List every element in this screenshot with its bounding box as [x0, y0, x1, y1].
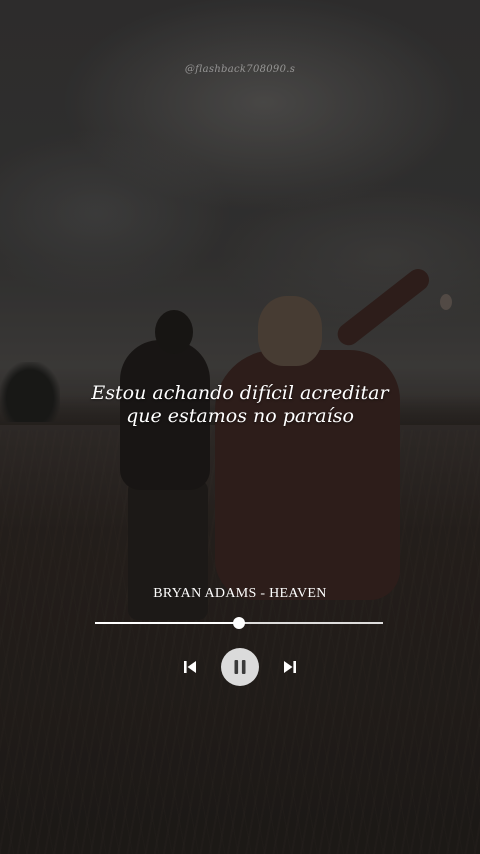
lyrics-line-2: que estamos no paraíso — [126, 405, 354, 427]
lyrics: Estou achando difícil acreditar que esta… — [0, 382, 480, 428]
pause-button[interactable] — [221, 648, 259, 686]
progress-thumb[interactable] — [233, 617, 245, 629]
watermark: @flashback708090.s — [184, 64, 296, 75]
playback-controls — [0, 648, 480, 686]
previous-button[interactable] — [180, 657, 200, 677]
pause-icon — [234, 660, 246, 674]
skip-next-icon — [284, 661, 296, 673]
skip-previous-icon — [184, 661, 196, 673]
progress-fill — [95, 622, 239, 624]
song-title: BRYAN ADAMS - HEAVEN — [153, 586, 327, 601]
progress-bar[interactable] — [95, 617, 383, 629]
lyrics-line-1: Estou achando difícil acreditar — [91, 382, 389, 404]
next-button[interactable] — [280, 657, 300, 677]
